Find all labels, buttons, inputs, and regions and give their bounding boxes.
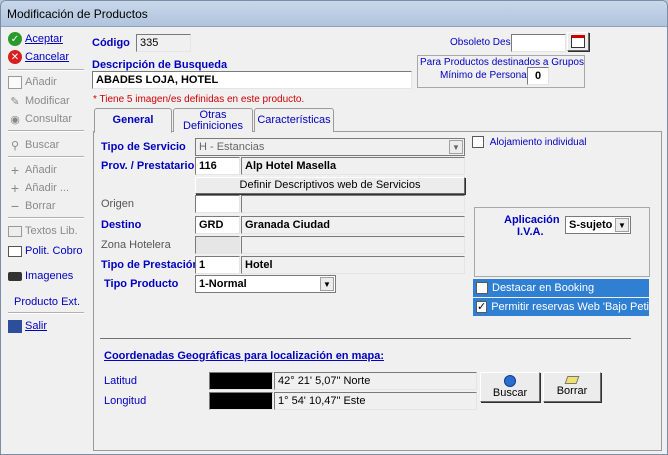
grupos-label: Para Productos destinados a Grupos (420, 57, 584, 68)
divider-line (100, 338, 631, 339)
policy-icon (8, 245, 22, 257)
permitir-reservas-checkbox[interactable]: ✓ Permitir reservas Web 'Bajo Petición' (473, 298, 649, 316)
consultar-button[interactable]: ◉ Consultar (8, 111, 72, 127)
toolbar-separator (8, 217, 84, 219)
latitud-label: Latitud (104, 375, 138, 387)
anadir-more-button[interactable]: + Añadir ... (8, 180, 69, 196)
tipo-prestacion-name-field: Hotel (241, 256, 465, 274)
plus-icon: + (10, 162, 20, 178)
longitud-value: 1° 54' 10,47" Este (274, 392, 477, 410)
longitud-label: Longitud (104, 395, 147, 407)
latitud-input[interactable] (209, 372, 273, 390)
producto-ext-button[interactable]: Producto Ext. (14, 294, 80, 310)
zona-hotelera-label: Zona Hotelera (101, 239, 171, 251)
aplicacion-iva-label: Aplicación (504, 214, 560, 226)
polit-cobro-button[interactable]: Polit. Cobro (8, 243, 82, 259)
tipo-prestacion-label: Tipo de Prestación (101, 259, 200, 271)
salir-button[interactable]: Salir (8, 318, 47, 334)
zona-code-field[interactable] (195, 236, 240, 254)
minus-icon: − (10, 198, 20, 214)
descripcion-field[interactable]: ABADES LOJA, HOTEL (92, 71, 412, 89)
tab-otras-definiciones[interactable]: Otras Definiciones (173, 108, 253, 132)
modificar-button[interactable]: ✎ Modificar (8, 93, 69, 109)
exit-icon (8, 319, 22, 333)
tipo-servicio-select[interactable]: H - Estancias ▼ (195, 138, 465, 156)
title-bar: Modificación de Productos (1, 1, 667, 27)
tipo-prestacion-code-field[interactable]: 1 (195, 256, 240, 274)
iva-label: I.V.A. (517, 226, 544, 238)
minimo-personas-label: Mínimo de Personas (440, 70, 532, 81)
toolbar-separator (8, 130, 84, 132)
cancelar-button[interactable]: ✕ Cancelar (8, 49, 69, 65)
prov-name-field: Alp Hotel Masella (241, 157, 465, 175)
anadir-button[interactable]: Añadir (8, 74, 57, 90)
toolbar-separator (8, 312, 84, 314)
alojamiento-checkbox[interactable]: Alojamiento individual (472, 136, 587, 148)
main-window: Modificación de Productos ✓ Aceptar ✕ Canc… (0, 0, 668, 455)
definir-descriptivos-button[interactable]: Definir Descriptivos web de Servicios (195, 177, 465, 194)
checkbox-box (476, 282, 488, 294)
toolbar-separator (8, 156, 84, 158)
text-icon (8, 225, 22, 237)
iva-select[interactable]: S-sujeto ▼ (565, 216, 631, 234)
codigo-field[interactable]: 335 (136, 34, 191, 52)
destino-code-field[interactable]: GRD (195, 216, 240, 234)
chevron-down-icon: ▼ (320, 277, 334, 291)
window-content: ✓ Aceptar ✕ Cancelar Añadir ✎ Modificar ◉ Co… (4, 27, 664, 451)
zona-name-field (241, 236, 465, 254)
checkbox-box: ✓ (476, 301, 488, 313)
aceptar-button[interactable]: ✓ Aceptar (8, 31, 63, 47)
coordenadas-title: Coordenadas Geográficas para localizació… (104, 350, 384, 362)
images-warning: * Tiene 5 imagen/es definidas en este pr… (93, 94, 305, 105)
codigo-label: Código (92, 37, 130, 49)
new-document-icon (8, 75, 22, 89)
latitud-value: 42° 21' 5,07" Norte (274, 372, 477, 390)
textos-lib-button[interactable]: Textos Lib. (8, 223, 78, 239)
view-icon: ◉ (10, 113, 20, 126)
prov-prestatario-label: Prov. / Prestatario (101, 160, 195, 172)
tipo-producto-label: Tipo Producto (104, 278, 179, 290)
destino-name-field: Granada Ciudad (241, 216, 465, 234)
checkbox-box (472, 136, 484, 148)
edit-icon: ✎ (10, 95, 20, 108)
origen-label: Origen (101, 198, 135, 210)
destacar-booking-checkbox[interactable]: Destacar en Booking (473, 279, 649, 297)
chevron-down-icon: ▼ (615, 218, 629, 232)
left-toolbar: ✓ Aceptar ✕ Cancelar Añadir ✎ Modificar ◉ Co… (4, 27, 88, 451)
borrar-toolbar-button[interactable]: − Borrar (8, 198, 56, 214)
tipo-producto-select[interactable]: 1-Normal ▼ (195, 275, 336, 293)
longitud-input[interactable] (209, 392, 273, 410)
binoculars-icon: ⚲ (10, 139, 20, 152)
origen-code-field[interactable] (195, 195, 240, 213)
chevron-down-icon: ▼ (449, 140, 463, 154)
camera-icon (8, 271, 22, 281)
toolbar-separator (8, 69, 84, 71)
borrar-coords-button[interactable]: Borrar (543, 372, 601, 402)
plus-icon: + (10, 180, 20, 196)
minimo-personas-field[interactable]: 0 (527, 67, 549, 85)
imagenes-button[interactable]: Imagenes (8, 268, 73, 284)
search-globe-icon (504, 375, 516, 387)
calendar-icon (571, 35, 585, 48)
origen-name-field (241, 195, 465, 213)
anadir-line-button[interactable]: + Añadir (8, 162, 57, 178)
tipo-servicio-label: Tipo de Servicio (101, 141, 186, 153)
obsoleto-date-field[interactable] (511, 34, 566, 52)
tab-caracteristicas[interactable]: Características (254, 108, 334, 132)
window-title: Modificación de Productos (7, 7, 148, 21)
cancel-icon: ✕ (8, 50, 22, 64)
check-icon: ✓ (8, 32, 22, 46)
prov-code-field[interactable]: 116 (195, 157, 240, 175)
destino-label: Destino (101, 219, 142, 231)
descripcion-label: Descripción de Busqueda (92, 59, 228, 71)
buscar-coords-button[interactable]: Buscar (480, 372, 540, 402)
buscar-toolbar-button[interactable]: ⚲ Buscar (8, 137, 59, 153)
eraser-icon (564, 376, 580, 384)
tab-general[interactable]: General (94, 108, 172, 133)
calendar-button[interactable] (567, 32, 589, 51)
